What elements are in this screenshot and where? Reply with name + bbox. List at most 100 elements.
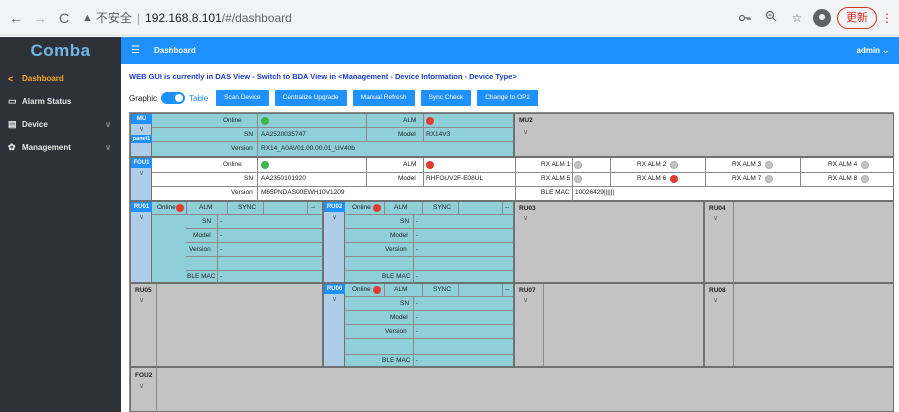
divider: [515, 158, 516, 201]
chevron-down-icon[interactable]: ∨: [324, 213, 345, 221]
chevron-down-icon[interactable]: ∨: [705, 296, 726, 304]
change-to-op2-button[interactable]: Change to OP2: [477, 90, 539, 106]
chevron-down-icon[interactable]: ∨: [131, 213, 152, 221]
key-icon[interactable]: [735, 8, 755, 28]
ru02-tag[interactable]: RU02: [324, 202, 345, 212]
alm-label: ALM: [199, 204, 213, 211]
mu2-tag[interactable]: MU2: [519, 117, 533, 124]
address-bar[interactable]: ▲ 不安全 | 192.168.8.101 /#/dashboard: [82, 5, 292, 31]
sync-label: SYNC: [433, 286, 452, 293]
divider: [156, 368, 157, 412]
ru01-header: RU01 ∨: [131, 202, 152, 282]
topology-grid: MU ∨ panel1 Online ALM SN AA2520035747 M…: [129, 112, 894, 412]
ru06-tag[interactable]: RU06: [324, 284, 345, 294]
menu-icon[interactable]: ☰: [131, 45, 140, 56]
sidebar-item-dashboard[interactable]: < Dashboard: [0, 67, 121, 90]
divider: [186, 242, 323, 243]
ru08-tag[interactable]: RU08: [709, 287, 726, 294]
alm-label: ALM: [394, 204, 408, 211]
sidebar-item-alarm-status[interactable]: ▭ Alarm Status: [0, 90, 121, 113]
online-status-icon: [261, 161, 269, 169]
sidebar-item-device[interactable]: ▤ Device ∨: [0, 113, 121, 136]
more-icon[interactable]: ⋮: [881, 11, 893, 25]
version-value: -: [220, 246, 223, 253]
divider: [345, 324, 514, 325]
back-icon[interactable]: ←: [6, 8, 26, 28]
browser-toolbar: ← → C ▲ 不安全 | 192.168.8.101 /#/dashboard…: [0, 0, 899, 36]
version-label: Version: [189, 246, 211, 253]
fou2-block: FOU2 ∨: [130, 367, 894, 412]
divider: [345, 270, 514, 271]
chevron-down-icon[interactable]: ∨: [131, 382, 152, 390]
mu-row-status: [152, 114, 514, 128]
sn-label: SN: [244, 131, 254, 138]
fou1-tag[interactable]: FOU1: [131, 158, 152, 168]
mu-tag[interactable]: MU: [131, 114, 152, 124]
update-button[interactable]: 更新: [837, 7, 877, 29]
chevron-down-icon[interactable]: ∨: [515, 296, 536, 304]
sn-label: SN: [202, 218, 212, 225]
ru03-tag[interactable]: RU03: [519, 205, 536, 212]
divider: [366, 114, 367, 142]
model-value: RHFOUV2F-E08UL: [426, 175, 484, 182]
model-label: Model: [390, 232, 408, 239]
ble-mac-value: -: [416, 273, 419, 280]
ru03-block: RU03 ∨: [514, 201, 704, 283]
mu-header: MU ∨ panel1: [131, 114, 152, 156]
divider: [263, 202, 264, 214]
divider: [423, 114, 424, 142]
rx-alm-3-label: RX ALM 3: [732, 161, 762, 168]
chevron-down-icon[interactable]: ∨: [515, 214, 536, 222]
ru06-block: RU06 ∨ Online ALM SYNC -- SN - Model - V…: [323, 283, 514, 367]
divider: [186, 228, 323, 229]
chevron-down-icon[interactable]: ∨: [131, 169, 152, 177]
divider: [413, 214, 414, 283]
divider: [257, 114, 258, 157]
ru07-tag[interactable]: RU07: [519, 287, 536, 294]
chevron-down-icon[interactable]: ∨: [324, 295, 345, 303]
ru06-header: RU06 ∨: [324, 284, 345, 366]
reload-icon[interactable]: C: [54, 8, 74, 28]
rx-alm-6-status-icon: [670, 175, 678, 183]
divider: [345, 228, 514, 229]
ru01-tag[interactable]: RU01: [131, 202, 152, 212]
divider: [610, 158, 611, 186]
ru04-tag[interactable]: RU04: [709, 205, 726, 212]
version-label: Version: [231, 145, 253, 152]
divider: [502, 202, 503, 214]
share-icon: <: [8, 73, 14, 84]
scan-device-button[interactable]: Scan Device: [216, 90, 269, 106]
divider: [152, 172, 894, 173]
rx-alm-5-label: RX ALM 5: [541, 175, 571, 182]
chevron-down-icon[interactable]: ∨: [515, 128, 536, 136]
profile-icon[interactable]: [813, 9, 831, 27]
panel-tag: panel1: [131, 135, 152, 143]
chevron-down-icon[interactable]: ∨: [131, 125, 152, 133]
view-toggle[interactable]: [161, 92, 186, 104]
centralize-upgrade-button[interactable]: Centralize Upgrade: [274, 90, 347, 106]
divider: [345, 256, 514, 257]
chevron-down-icon[interactable]: ∨: [131, 296, 152, 304]
zoom-icon[interactable]: [761, 8, 781, 28]
model-label: Model: [193, 232, 211, 239]
sidebar-item-management[interactable]: ✿ Management ∨: [0, 136, 121, 159]
manual-refresh-button[interactable]: Manual Refresh: [352, 90, 415, 106]
version-value: M65PNDAS00EWH10V1209: [261, 189, 345, 196]
fou2-tag[interactable]: FOU2: [135, 372, 152, 379]
divider: [572, 158, 573, 201]
chevron-down-icon: ∨: [105, 120, 111, 129]
sync-check-button[interactable]: Sync Check: [420, 90, 472, 106]
rx-alm-4-label: RX ALM 4: [828, 161, 858, 168]
sidebar-item-label: Device: [22, 120, 48, 129]
user-menu[interactable]: admin ⌄: [857, 46, 890, 55]
divider: [227, 202, 228, 214]
ble-mac-value: 10026429||||||: [575, 189, 615, 196]
model-label: Model: [390, 314, 408, 321]
star-icon[interactable]: ☆: [787, 8, 807, 28]
ru05-tag[interactable]: RU05: [135, 287, 152, 294]
chevron-down-icon[interactable]: ∨: [705, 214, 726, 222]
forward-icon[interactable]: →: [30, 8, 50, 28]
divider: [186, 202, 187, 214]
ble-mac-label: BLE MAC: [541, 189, 570, 196]
divider: [186, 270, 323, 271]
